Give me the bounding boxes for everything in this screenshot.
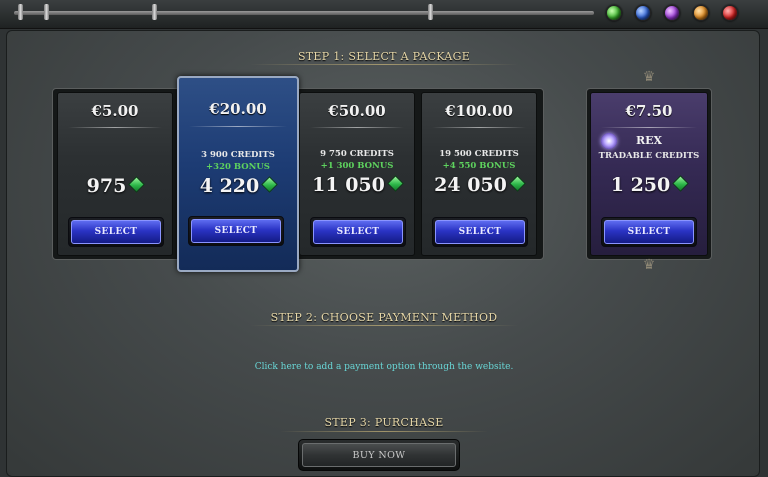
package-bonus: +1 300 BONUS	[320, 161, 394, 171]
select-button-label: SELECT	[604, 220, 694, 244]
divider	[189, 126, 287, 127]
add-payment-link[interactable]: Click here to add a payment option throu…	[0, 362, 768, 372]
ornament-bottom-icon: ♛	[642, 257, 656, 273]
rex-price: €7.50	[625, 102, 673, 120]
step3-underline	[280, 431, 488, 432]
package-total: 11 050	[300, 174, 414, 196]
divider	[68, 127, 162, 128]
buy-now-label: BUY NOW	[302, 443, 456, 467]
step2-underline	[250, 325, 518, 326]
step1-underline	[250, 64, 518, 65]
top-bar	[0, 0, 768, 29]
total-value: 4 220	[199, 175, 260, 197]
orange-gem-icon[interactable]	[693, 5, 709, 21]
select-button-label: SELECT	[313, 220, 403, 244]
title-rail	[14, 11, 594, 15]
package-price: €5.00	[91, 102, 139, 120]
credits-gem-icon	[672, 175, 690, 192]
credits-gem-icon	[128, 176, 146, 193]
divider	[432, 127, 526, 128]
divider	[601, 127, 697, 128]
package-card[interactable]: €50.00 9 750 CREDITS +1 300 BONUS 11 050…	[299, 92, 415, 256]
package-price: €100.00	[445, 102, 513, 120]
purple-gem-icon[interactable]	[664, 5, 680, 21]
package-card[interactable]: €5.00 975 SELECT	[57, 92, 173, 256]
package-credits: 9 750 CREDITS	[320, 149, 394, 159]
total-value: 1 250	[610, 174, 671, 196]
step1-title: STEP 1: SELECT A PACKAGE	[297, 50, 471, 63]
credits-gem-icon	[387, 175, 404, 192]
rail-knob	[152, 4, 157, 20]
select-button-label: SELECT	[191, 219, 281, 243]
package-total: 975	[58, 175, 172, 197]
package-card[interactable]: €100.00 19 500 CREDITS +4 550 BONUS 24 0…	[421, 92, 537, 256]
rex-subtitle: TRADABLE CREDITS	[598, 151, 700, 161]
package-credits: 19 500 CREDITS	[439, 149, 519, 159]
rail-knob	[428, 4, 433, 20]
step2-title: STEP 2: CHOOSE PAYMENT METHOD	[270, 311, 498, 324]
step3-title: STEP 3: PURCHASE	[324, 416, 444, 429]
select-button[interactable]: SELECT	[188, 216, 284, 246]
total-value: 24 050	[434, 174, 507, 196]
package-price: €20.00	[209, 100, 267, 118]
rail-knob	[18, 4, 23, 20]
total-value: 11 050	[312, 174, 385, 196]
rail-knob	[44, 4, 49, 20]
green-gem-icon[interactable]	[606, 5, 622, 21]
credits-gem-icon	[509, 175, 526, 192]
ornament-top-icon: ♛	[642, 69, 656, 85]
rex-title: REX	[635, 134, 663, 147]
blue-gem-icon[interactable]	[635, 5, 651, 21]
total-value: 975	[86, 175, 127, 197]
select-button[interactable]: SELECT	[432, 217, 528, 247]
package-card-selected[interactable]: €20.00 3 900 CREDITS +320 BONUS 4 220 SE…	[177, 76, 299, 272]
credits-gem-icon	[261, 176, 279, 193]
divider	[310, 127, 404, 128]
select-button[interactable]: SELECT	[310, 217, 406, 247]
select-button[interactable]: SELECT	[601, 217, 697, 247]
package-total: 4 220	[179, 175, 297, 197]
buy-now-button[interactable]: BUY NOW	[298, 439, 460, 471]
package-bonus: +320 BONUS	[206, 162, 270, 172]
select-button-label: SELECT	[71, 220, 161, 244]
package-price: €50.00	[328, 102, 386, 120]
rex-total: 1 250	[591, 174, 707, 196]
select-button-label: SELECT	[435, 220, 525, 244]
package-bonus: +4 550 BONUS	[442, 161, 516, 171]
select-button[interactable]: SELECT	[68, 217, 164, 247]
package-total: 24 050	[422, 174, 536, 196]
rex-package-card[interactable]: €7.50 REX TRADABLE CREDITS 1 250 SELECT	[590, 92, 708, 256]
package-credits: 3 900 CREDITS	[201, 150, 275, 160]
red-gem-icon[interactable]	[722, 5, 738, 21]
